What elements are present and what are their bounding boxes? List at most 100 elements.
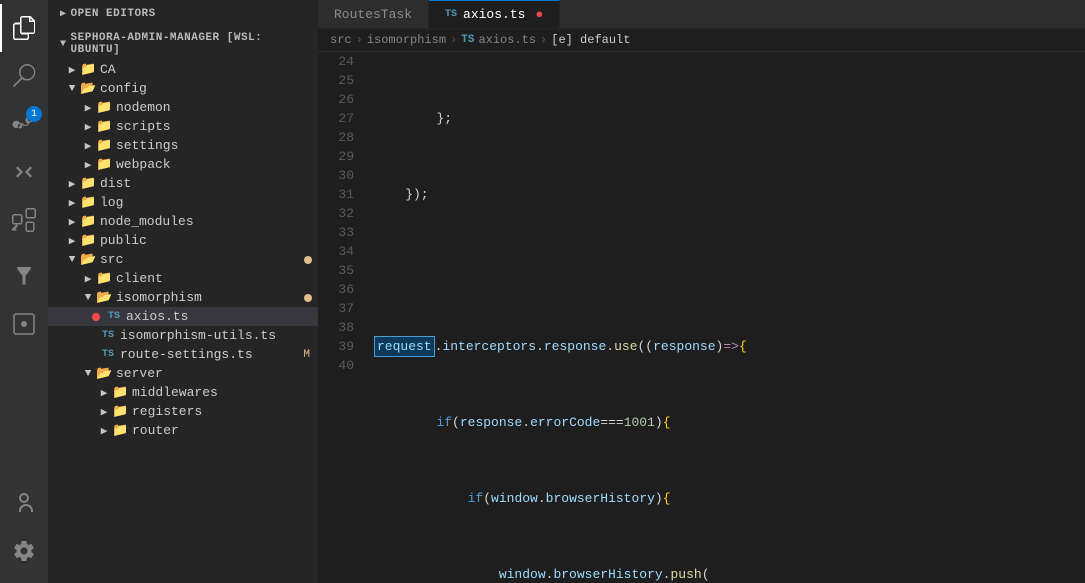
- folder-node-modules-icon: 📁: [80, 214, 96, 229]
- extensions-icon[interactable]: [0, 196, 48, 244]
- scripts-chevron: ▶: [80, 120, 96, 134]
- remote-icon[interactable]: [0, 300, 48, 348]
- dist-chevron: ▶: [64, 177, 80, 191]
- log-chevron: ▶: [64, 196, 80, 210]
- public-chevron: ▶: [64, 234, 80, 248]
- folder-scripts-icon: 📁: [96, 119, 112, 134]
- file-axios-ts-icon: TS: [106, 311, 122, 322]
- folder-registers[interactable]: ▶ 📁 registers: [48, 402, 318, 421]
- test-icon[interactable]: [0, 252, 48, 300]
- file-route-settings-ts[interactable]: TS route-settings.ts M: [48, 345, 318, 364]
- file-isomorphism-utils-ts[interactable]: TS isomorphism-utils.ts: [48, 326, 318, 345]
- folder-public-icon: 📁: [80, 233, 96, 248]
- open-editors-header[interactable]: ▶ OPEN EDITORS: [48, 0, 318, 24]
- breadcrumb: src › isomorphism › TS axios.ts › [e] de…: [318, 29, 1085, 52]
- folder-nodemon-icon: 📁: [96, 100, 112, 115]
- folder-dist-label: dist: [100, 176, 318, 191]
- request-highlight-27: request: [374, 336, 435, 357]
- folder-middlewares-icon: 📁: [112, 385, 128, 400]
- folder-log-icon: 📁: [80, 195, 96, 210]
- folder-dist[interactable]: ▶ 📁 dist: [48, 174, 318, 193]
- code-container[interactable]: 24 25 26 27 28 29 30 31 32 33 34 35 36 3…: [318, 52, 1085, 583]
- nodemon-chevron: ▶: [80, 101, 96, 115]
- folder-webpack-icon: 📁: [96, 157, 112, 172]
- folder-dist-icon: 📁: [80, 176, 96, 191]
- axios-red-dot: [92, 313, 100, 321]
- account-icon[interactable]: [0, 479, 48, 527]
- code-content[interactable]: }; }); request.interceptors.response.use…: [366, 52, 1085, 583]
- router-chevron: ▶: [96, 424, 112, 438]
- folder-settings[interactable]: ▶ 📁 settings: [48, 136, 318, 155]
- tab-axios-ts-dot: ●: [535, 7, 543, 22]
- folder-client-icon: 📁: [96, 271, 112, 286]
- folder-public[interactable]: ▶ 📁 public: [48, 231, 318, 250]
- settings-icon[interactable]: [0, 527, 48, 575]
- source-control-badge: 1: [26, 106, 42, 122]
- server-chevron: ▼: [80, 368, 96, 380]
- folder-webpack[interactable]: ▶ 📁 webpack: [48, 155, 318, 174]
- folder-isomorphism[interactable]: ▼ 📂 isomorphism: [48, 288, 318, 307]
- folder-log[interactable]: ▶ 📁 log: [48, 193, 318, 212]
- isomorphism-chevron: ▼: [80, 292, 96, 304]
- node-modules-chevron: ▶: [64, 215, 80, 229]
- breadcrumb-sep3: ›: [540, 33, 547, 47]
- folder-server-icon: 📂: [96, 366, 112, 381]
- code-line-24: };: [374, 109, 1085, 128]
- folder-server-label: server: [116, 366, 318, 381]
- folder-isomorphism-icon: 📂: [96, 290, 112, 305]
- folder-middlewares-label: middlewares: [132, 385, 318, 400]
- line-numbers: 24 25 26 27 28 29 30 31 32 33 34 35 36 3…: [318, 52, 366, 583]
- file-axios-ts-label: axios.ts: [126, 309, 318, 324]
- activity-bar-bottom: [0, 479, 48, 583]
- folder-nodemon[interactable]: ▶ 📁 nodemon: [48, 98, 318, 117]
- explorer-icon[interactable]: [0, 4, 48, 52]
- breadcrumb-src: src: [330, 33, 352, 47]
- config-chevron: ▼: [64, 83, 80, 95]
- folder-src[interactable]: ▼ 📂 src: [48, 250, 318, 269]
- folder-router[interactable]: ▶ 📁 router: [48, 421, 318, 440]
- folder-src-icon: 📂: [80, 252, 96, 267]
- breadcrumb-isomorphism: isomorphism: [367, 33, 446, 47]
- tab-bar: RoutesTask TS axios.ts ●: [318, 0, 1085, 29]
- file-route-settings-icon: TS: [100, 349, 116, 360]
- folder-scripts[interactable]: ▶ 📁 scripts: [48, 117, 318, 136]
- folder-client[interactable]: ▶ 📁 client: [48, 269, 318, 288]
- run-debug-icon[interactable]: [0, 148, 48, 196]
- editor-area: RoutesTask TS axios.ts ● src › isomorphi…: [318, 0, 1085, 583]
- folder-registers-icon: 📁: [112, 404, 128, 419]
- tab-axios-ts-label: axios.ts: [463, 7, 525, 22]
- search-icon[interactable]: [0, 52, 48, 100]
- ca-chevron: ▶: [64, 63, 80, 77]
- folder-config[interactable]: ▼ 📂 config: [48, 79, 318, 98]
- folder-public-label: public: [100, 233, 318, 248]
- folder-node-modules[interactable]: ▶ 📁 node_modules: [48, 212, 318, 231]
- folder-node-modules-label: node_modules: [100, 214, 318, 229]
- src-chevron: ▼: [64, 254, 80, 266]
- project-header[interactable]: ▼ SEPHORA-ADMIN-MANAGER [WSL: UBUNTU]: [48, 24, 318, 60]
- route-settings-badge: M: [303, 349, 310, 361]
- folder-src-label: src: [100, 252, 304, 267]
- source-control-icon[interactable]: 1: [0, 100, 48, 148]
- folder-middlewares[interactable]: ▶ 📁 middlewares: [48, 383, 318, 402]
- folder-server[interactable]: ▼ 📂 server: [48, 364, 318, 383]
- tab-axios-ts[interactable]: TS axios.ts ●: [429, 0, 560, 28]
- folder-config-icon: 📂: [80, 81, 96, 96]
- folder-ca-label: CA: [100, 62, 318, 77]
- folder-router-icon: 📁: [112, 423, 128, 438]
- file-axios-ts[interactable]: TS axios.ts: [48, 307, 318, 326]
- isomorphism-modified-dot: [304, 294, 312, 302]
- breadcrumb-sep2: ›: [450, 33, 457, 47]
- code-24-text: };: [374, 109, 452, 128]
- folder-settings-label: settings: [116, 138, 318, 153]
- folder-config-label: config: [100, 81, 318, 96]
- webpack-chevron: ▶: [80, 158, 96, 172]
- breadcrumb-filename: axios.ts: [478, 33, 536, 47]
- open-editors-chevron: ▶: [60, 8, 67, 20]
- folder-ca[interactable]: ▶ 📁 CA: [48, 60, 318, 79]
- registers-chevron: ▶: [96, 405, 112, 419]
- folder-settings-icon: 📁: [96, 138, 112, 153]
- project-chevron: ▼: [60, 39, 67, 50]
- tab-routestask[interactable]: RoutesTask: [318, 0, 429, 28]
- file-isomorphism-utils-icon: TS: [100, 330, 116, 341]
- file-isomorphism-utils-label: isomorphism-utils.ts: [120, 328, 318, 343]
